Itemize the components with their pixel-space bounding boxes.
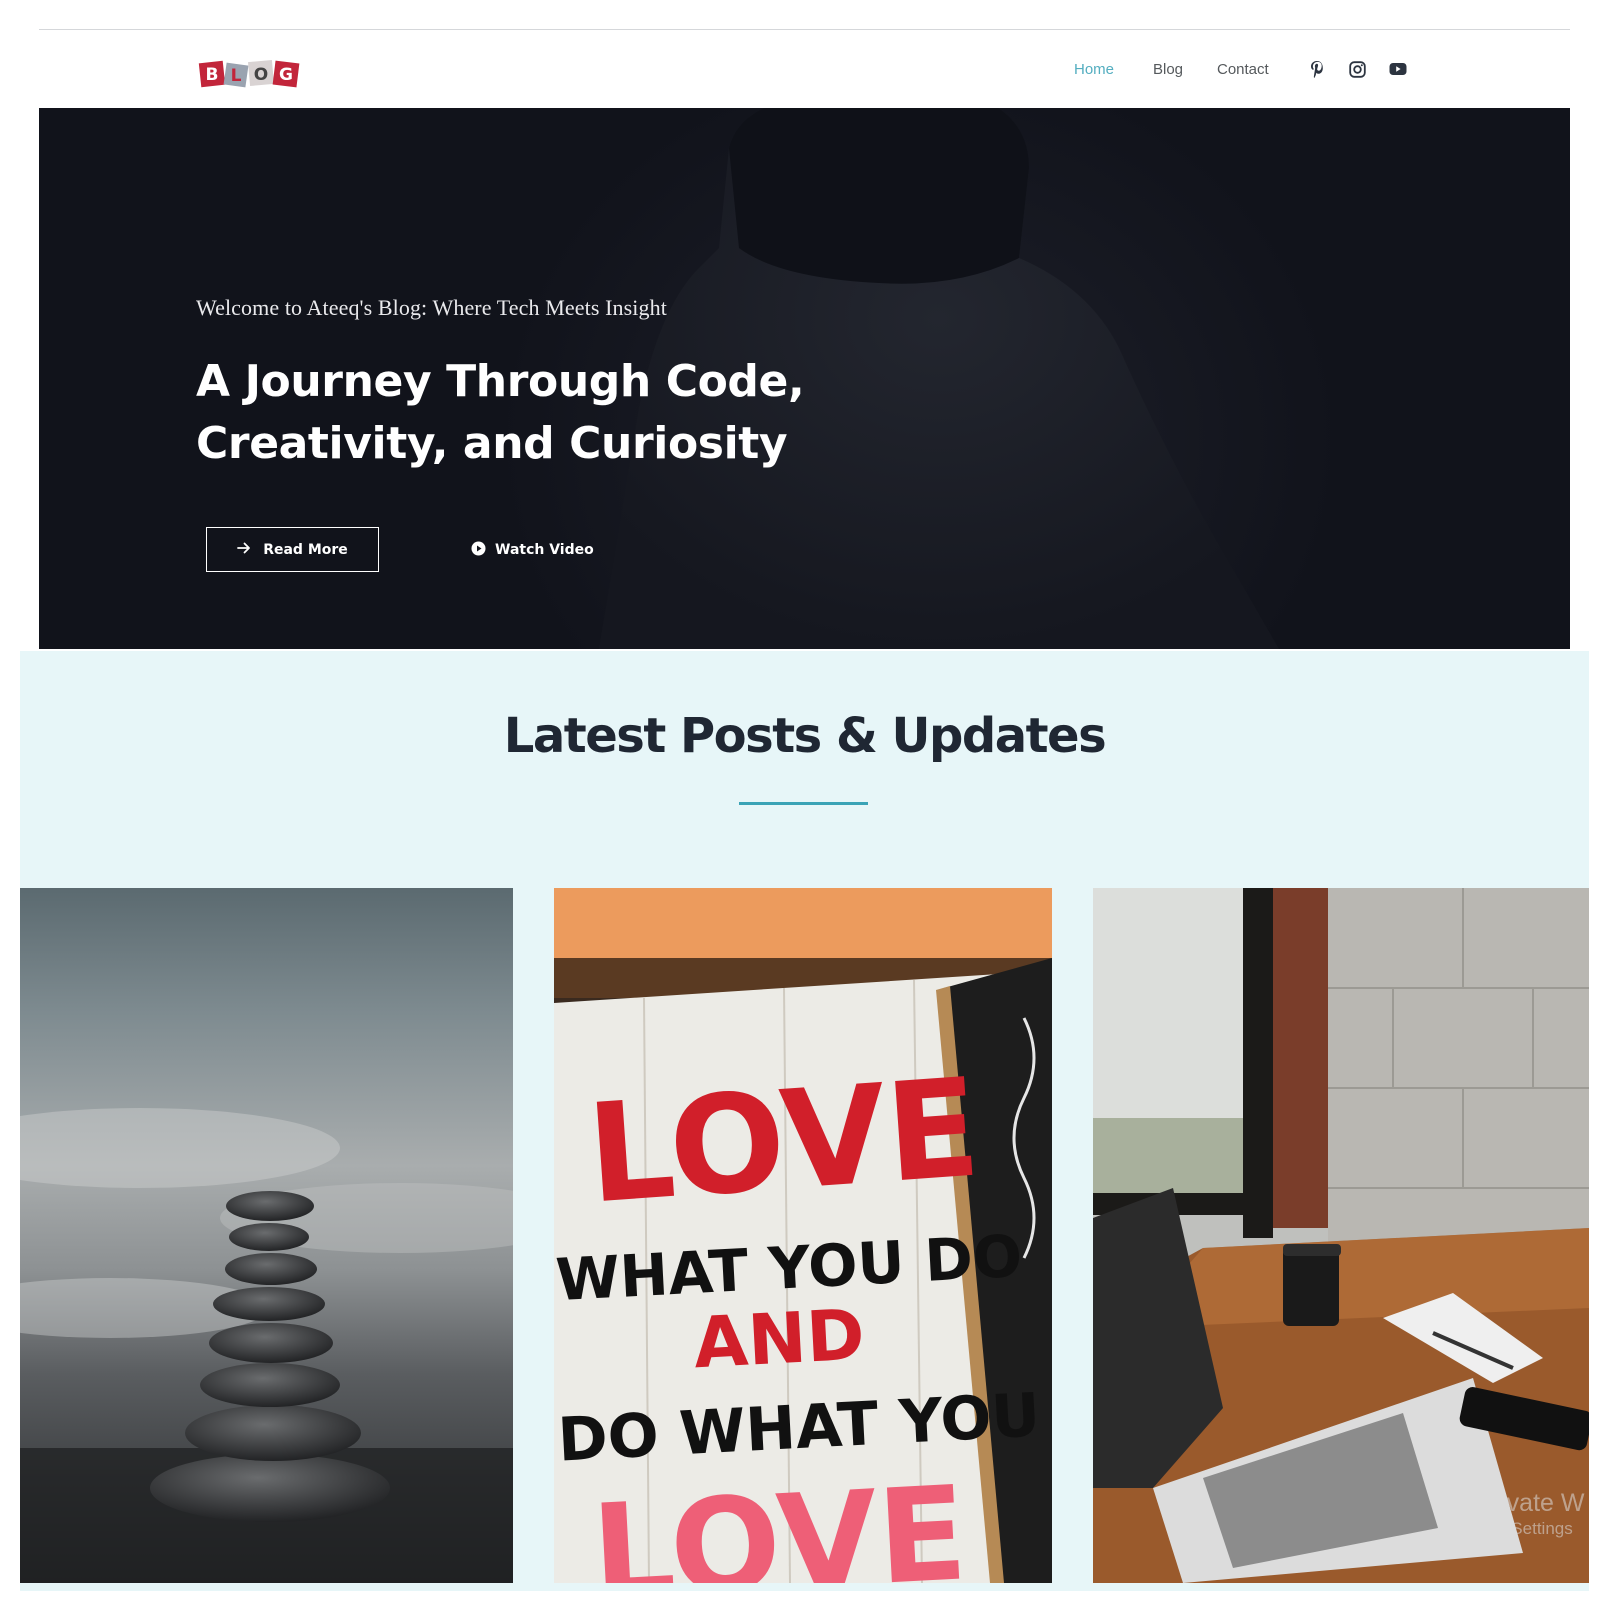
- logo-letter-o: O: [254, 65, 268, 85]
- nav-blog[interactable]: Blog: [1153, 58, 1183, 80]
- hero-title-line-1: A Journey Through Code,: [196, 356, 805, 407]
- section-heading: Latest Posts & Updates: [503, 708, 1107, 764]
- pinterest-icon[interactable]: [1308, 60, 1326, 78]
- nav-home[interactable]: Home: [1074, 58, 1114, 80]
- play-circle-icon: [471, 541, 486, 560]
- laptop-desk-photo: [1093, 888, 1589, 1583]
- hero-title: A Journey Through Code, Creativity, and …: [196, 351, 956, 475]
- watermark-line-2: Go to Settings: [1465, 1519, 1573, 1538]
- hero-eyebrow: Welcome to Ateeq's Blog: Where Tech Meet…: [196, 295, 667, 320]
- read-more-label: Read More: [263, 541, 348, 558]
- logo-letter-b: B: [206, 65, 219, 85]
- latest-posts-section: Latest Posts & Updates LOVE WHAT YOU DO …: [20, 651, 1589, 1591]
- watch-video-label: Watch Video: [495, 542, 594, 558]
- sign-word-love: LOVE: [583, 1050, 985, 1235]
- logo-letter-g: G: [279, 65, 293, 85]
- youtube-icon[interactable]: [1389, 60, 1407, 78]
- hero-banner: Welcome to Ateeq's Blog: Where Tech Meet…: [39, 108, 1570, 649]
- instagram-icon[interactable]: [1348, 60, 1366, 78]
- sign-word-love-bottom: LOVE: [588, 1457, 970, 1583]
- post-card-love-sign[interactable]: LOVE WHAT YOU DO AND DO WHAT YOU LOVE: [554, 888, 1052, 1583]
- watch-video-button[interactable]: Watch Video: [471, 538, 594, 562]
- os-activation-watermark: Activate W Go to Settings: [1465, 1488, 1584, 1540]
- hero-title-line-2: Creativity, and Curiosity: [196, 418, 788, 469]
- nav-contact[interactable]: Contact: [1217, 58, 1269, 80]
- watermark-line-1: Activate W: [1465, 1489, 1585, 1517]
- site-logo[interactable]: B L O G: [198, 54, 302, 94]
- page: B L O G Home Blog Contact Welcome to Ate…: [0, 0, 1600, 1600]
- read-more-button[interactable]: Read More: [206, 527, 379, 572]
- logo-letter-l: L: [231, 66, 242, 86]
- stacked-stones-photo: [20, 888, 513, 1583]
- heading-underline: [739, 802, 868, 805]
- top-divider: [39, 29, 1570, 30]
- post-card-stones[interactable]: [20, 888, 513, 1583]
- sign-word-and: AND: [692, 1294, 867, 1385]
- arrow-right-icon: [237, 542, 251, 558]
- post-card-laptop[interactable]: [1093, 888, 1589, 1583]
- love-sign-photo: LOVE WHAT YOU DO AND DO WHAT YOU LOVE: [554, 888, 1052, 1583]
